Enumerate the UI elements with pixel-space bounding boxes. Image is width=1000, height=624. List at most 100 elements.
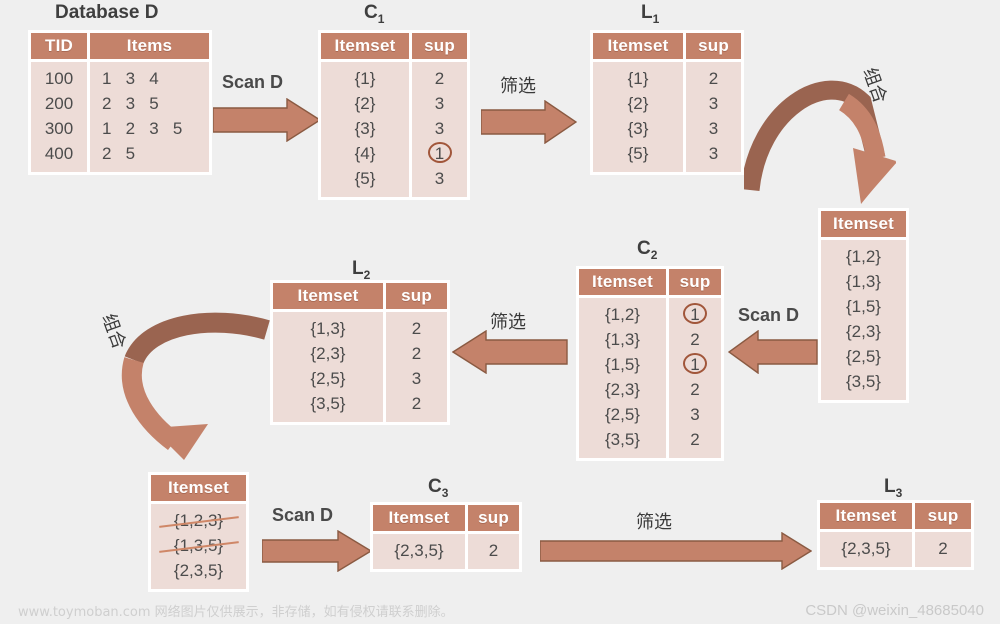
table-cell: {1,2} (605, 305, 640, 324)
c2-body: {1,2} {1,3} {1,5} {2,3} {2,5} {3,5} 1 2 … (579, 298, 721, 458)
l2-caption: L2 (352, 258, 370, 282)
arrow-scan-d-3 (262, 530, 372, 572)
pruned-support-marker: 1 (427, 142, 452, 163)
table-cell: 2 (411, 344, 422, 363)
c3-caption-text: C (428, 476, 442, 497)
l3-col-itemset: {2,3,5} (820, 532, 912, 567)
c1-caption-text: C (364, 2, 378, 23)
c2-col-sup: 1 2 1 2 3 2 (669, 298, 721, 458)
l2-col-sup: 2 2 3 2 (386, 312, 447, 422)
c2-header-itemset: Itemset (579, 269, 666, 295)
table-cell: {2,3} (846, 322, 881, 341)
table-cell: 3 (434, 169, 445, 188)
c3-caption: C3 (428, 476, 448, 500)
c2-header-sup: sup (669, 269, 721, 295)
c2-candidates-header-itemset: Itemset (821, 211, 906, 237)
table-cell: {1} (354, 69, 376, 88)
arrow-label-scan-d-2: Scan D (738, 305, 800, 325)
table-cell-pruned: {1,2,3} (151, 508, 246, 533)
table-cell: {2,3,5} (173, 561, 224, 580)
l3-caption-sub: 3 (895, 485, 903, 500)
c2-caption: C2 (637, 238, 657, 262)
l3-caption-text: L (884, 476, 896, 497)
arrow-label-filter-3: 筛选 (636, 512, 672, 533)
c2-caption-text: C (637, 238, 651, 259)
table-cell: {2,3,5} (841, 539, 891, 558)
c1-table: Itemset sup {1} {2} {3} {4} {5} 2 3 3 1 … (318, 30, 470, 200)
l1-header-itemset: Itemset (593, 33, 683, 59)
c2-candidates-body: {1,2} {1,3} {1,5} {2,3} {2,5} {3,5} (821, 240, 906, 400)
c3-header-itemset: Itemset (373, 505, 465, 531)
l1-header-row: Itemset sup (593, 33, 741, 59)
c3-candidates-body: {1,2,3} {1,3,5} {2,3,5} (151, 504, 246, 589)
table-cell: {2,3} (605, 380, 640, 399)
c2-candidates-header-row: Itemset (821, 211, 906, 237)
c2-header-row: Itemset sup (579, 269, 721, 295)
table-cell: 1 (669, 352, 721, 377)
arrow-scan-d-1 (213, 98, 321, 142)
c2-candidates-table: Itemset {1,2} {1,3} {1,5} {2,3} {2,5} {3… (818, 208, 909, 403)
table-cell: 3 (690, 405, 700, 424)
c3-candidates-header-itemset: Itemset (151, 475, 246, 501)
c3-header-row: Itemset sup (373, 505, 519, 531)
pruned-support-marker: 1 (683, 303, 707, 324)
l2-header-itemset: Itemset (273, 283, 383, 309)
table-cell: {4} (354, 144, 376, 163)
c1-caption: C1 (364, 2, 384, 26)
table-cell: 2 (411, 394, 422, 413)
l2-table: Itemset sup {1,3} {2,3} {2,5} {3,5} 2 2 … (270, 280, 450, 425)
table-cell: 2 (690, 330, 700, 349)
table-cell: 100 (44, 69, 74, 88)
table-cell: {1,5} (605, 355, 640, 374)
c1-col-sup: 2 3 3 1 3 (412, 62, 467, 197)
c3-caption-sub: 3 (441, 485, 449, 500)
l2-caption-text: L (352, 258, 364, 279)
table-cell: {5} (354, 169, 376, 188)
table-cell: {2,3,5} (394, 541, 444, 560)
database-table: TID Items 100 200 300 400 1 3 4 2 3 5 1 … (28, 30, 212, 175)
l3-header-row: Itemset sup (820, 503, 971, 529)
table-cell: 2 (690, 380, 700, 399)
database-caption-text: Database D (55, 2, 159, 23)
arrow-label-scan-d-3: Scan D (272, 505, 334, 525)
table-cell: 2 (938, 539, 948, 558)
c2-caption-sub: 2 (650, 247, 658, 262)
table-cell: 1 (669, 302, 721, 327)
l3-body: {2,3,5} 2 (820, 532, 971, 567)
table-cell: 3 (434, 94, 445, 113)
arrow-combine-2 (62, 302, 272, 460)
table-cell: 2 5 (102, 144, 136, 163)
l2-col-itemset: {1,3} {2,3} {2,5} {3,5} (273, 312, 383, 422)
database-body: 100 200 300 400 1 3 4 2 3 5 1 2 3 5 2 5 (31, 62, 209, 172)
table-cell: 2 (434, 69, 445, 88)
table-cell: {3,5} (846, 372, 881, 391)
table-cell: {1,2} (846, 247, 881, 266)
c1-col-itemset: {1} {2} {3} {4} {5} (321, 62, 409, 197)
c1-header-sup: sup (412, 33, 467, 59)
table-cell: 3 (708, 144, 719, 163)
table-cell: 1 (412, 141, 467, 166)
table-cell: 3 (411, 369, 422, 388)
table-cell: 3 (708, 119, 719, 138)
table-cell-pruned: {1,3,5} (151, 533, 246, 558)
arrow-label-scan-d-1: Scan D (222, 72, 284, 92)
l3-header-itemset: Itemset (820, 503, 912, 529)
table-cell: {1} (627, 69, 649, 88)
l3-caption: L3 (884, 476, 902, 500)
table-cell: {2} (354, 94, 376, 113)
table-cell: 200 (44, 94, 74, 113)
table-cell: 2 (411, 319, 422, 338)
table-cell: 400 (44, 144, 74, 163)
table-cell: {2,3} (310, 344, 346, 363)
database-col-tid: 100 200 300 400 (31, 62, 87, 172)
c1-body: {1} {2} {3} {4} {5} 2 3 3 1 3 (321, 62, 467, 197)
l1-caption-text: L (641, 2, 653, 23)
table-cell: 2 (488, 541, 499, 560)
table-cell: {2,5} (846, 347, 881, 366)
table-cell: 3 (434, 119, 445, 138)
database-caption: Database D (55, 2, 159, 24)
arrow-scan-d-2 (728, 330, 818, 374)
c3-body: {2,3,5} 2 (373, 534, 519, 569)
arrow-filter-3 (540, 532, 812, 570)
c1-header-itemset: Itemset (321, 33, 409, 59)
